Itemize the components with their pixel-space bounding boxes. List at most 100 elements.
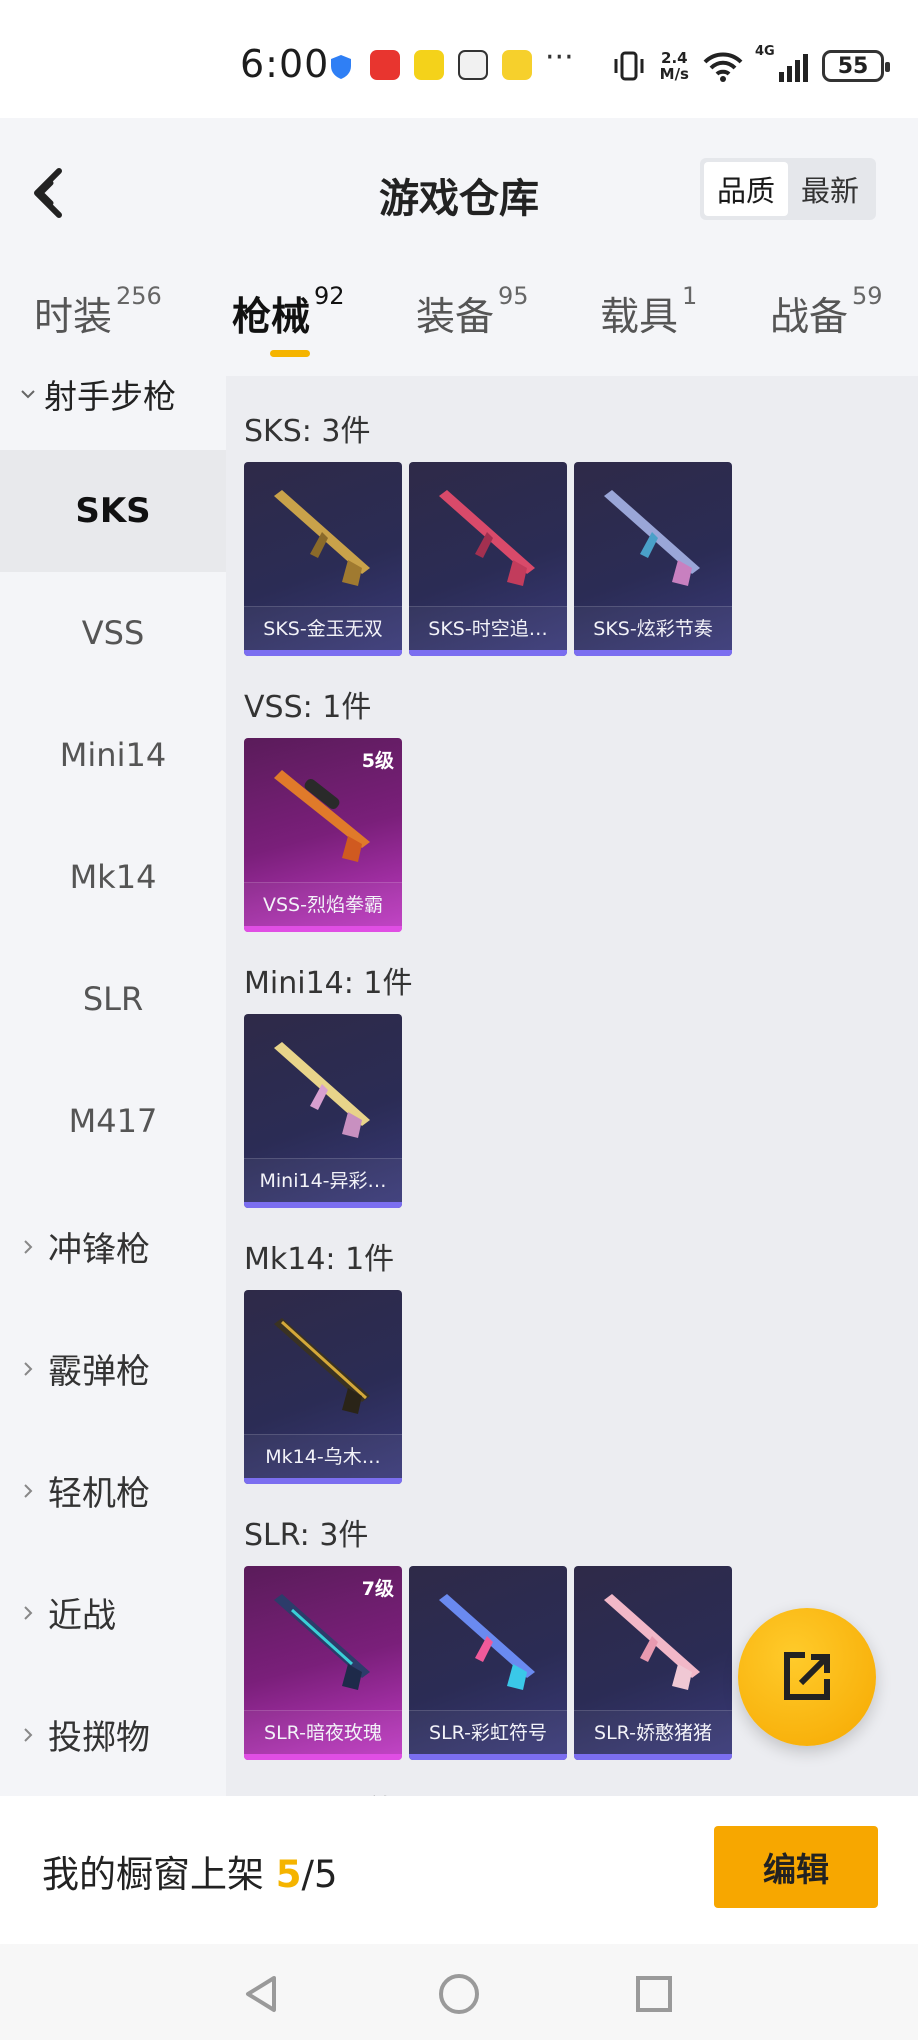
sidebar-category-label: 轻机枪 <box>48 1474 150 1514</box>
showcase-count: 5 <box>275 1853 302 1896</box>
security-shield-icon <box>331 55 351 79</box>
sidebar-category-shotgun[interactable]: 霰弹枪 <box>20 1344 150 1393</box>
rifle-skin-colorful-icon <box>604 490 700 586</box>
panda-app-icon <box>458 50 488 80</box>
status-bar: 6:00 ··· 2.4 M/s 4G 55 <box>0 0 918 118</box>
cellular-signal: 4G <box>755 44 808 82</box>
rarity-bar <box>244 650 402 656</box>
sidebar-category-throwables[interactable]: 投掷物 <box>20 1710 150 1759</box>
sidebar-item-mini14[interactable]: Mini14 <box>0 694 226 816</box>
weapon-card[interactable]: Mini14-异彩… <box>244 1014 402 1208</box>
tab-label: 时装 <box>34 295 113 340</box>
tab-equipment[interactable]: 装备 95 <box>416 282 529 342</box>
rifle-skin-gold-icon <box>274 490 370 586</box>
rifle-skin-pink-pig-icon <box>604 1594 700 1690</box>
weapon-card[interactable]: 5级 VSS-烈焰拳霸 <box>244 738 402 932</box>
signal-bar-icon <box>803 54 808 82</box>
rarity-bar <box>244 1202 402 1208</box>
active-tab-indicator <box>270 350 310 357</box>
nav-back-icon <box>246 1976 276 2012</box>
share-external-icon <box>784 1652 830 1700</box>
sidebar-category-label: 霰弹枪 <box>48 1352 150 1392</box>
section-title-mini14: Mini14: 1件 <box>244 966 413 1001</box>
network-speed: 2.4 M/s <box>660 50 689 82</box>
sidebar-group-label: 射手步枪 <box>44 377 176 416</box>
sidebar-category-melee[interactable]: 近战 <box>20 1588 116 1637</box>
weapon-card[interactable]: SKS-时空追… <box>409 462 567 656</box>
weapon-card[interactable]: SKS-金玉无双 <box>244 462 402 656</box>
rifle-skin-pastel-icon <box>274 1042 370 1138</box>
signal-bar-icon <box>779 72 784 82</box>
shopping-app-icon <box>370 50 400 80</box>
game-app-icon <box>414 50 444 80</box>
rarity-bar <box>409 650 567 656</box>
weapon-card[interactable]: SLR-彩虹符号 <box>409 1566 567 1760</box>
chevron-right-icon <box>24 1239 33 1254</box>
tab-fashion[interactable]: 时装 256 <box>34 282 162 342</box>
rifle-skin-red-icon <box>439 490 535 586</box>
nav-back-button[interactable] <box>232 1964 292 2024</box>
edit-button[interactable]: 编辑 <box>714 1826 878 1908</box>
system-navigation-bar <box>0 1944 918 2040</box>
rarity-bar <box>574 650 732 656</box>
battery-indicator: 55 <box>822 50 890 82</box>
section-title-slr: SLR: 3件 <box>244 1518 369 1553</box>
sidebar-category-smg[interactable]: 冲锋枪 <box>20 1222 150 1271</box>
tab-count: 1 <box>682 282 698 310</box>
weapon-card-name: SLR-彩虹符号 <box>409 1710 567 1754</box>
network-speed-value: 2.4 <box>661 49 688 67</box>
signal-bar-icon <box>787 66 792 82</box>
sort-by-quality-button[interactable]: 品质 <box>704 162 788 216</box>
section-title-vss: VSS: 1件 <box>244 690 372 725</box>
tab-firearms[interactable]: 枪械 92 <box>232 282 345 342</box>
tab-label: 装备 <box>416 295 495 340</box>
weapon-card[interactable]: SKS-炫彩节奏 <box>574 462 732 656</box>
rifle-skin-flame-icon <box>274 770 370 862</box>
sidebar-category-label: 冲锋枪 <box>48 1230 150 1270</box>
showcase-status: 我的橱窗上架 5/5 <box>42 1844 338 1898</box>
nav-home-button[interactable] <box>429 1964 489 2024</box>
sidebar-category-label: 近战 <box>48 1596 116 1636</box>
chevron-right-icon <box>24 1605 33 1620</box>
rarity-bar <box>244 1754 402 1760</box>
share-floating-button[interactable] <box>738 1608 876 1746</box>
sidebar-group-marksman-rifles[interactable]: 射手步枪 <box>20 376 176 418</box>
weapon-card[interactable]: SLR-娇憨猪猪 <box>574 1566 732 1760</box>
tab-vehicles[interactable]: 载具 1 <box>600 282 697 342</box>
tab-count: 92 <box>314 282 345 310</box>
signal-bar-icon <box>795 60 800 82</box>
weapon-card-name: SLR-娇憨猪猪 <box>574 1710 732 1754</box>
sidebar-item-mk14[interactable]: Mk14 <box>0 816 226 938</box>
sidebar-item-sks[interactable]: SKS <box>0 450 226 572</box>
rarity-bar <box>244 926 402 932</box>
weapon-sidebar: 射手步枪 SKS VSS Mini14 Mk14 SLR M417 冲锋枪 霰弹… <box>0 376 226 1796</box>
showcase-label: 我的橱窗上架 <box>42 1853 264 1896</box>
nav-recents-icon <box>636 1976 672 2012</box>
weapon-card[interactable]: Mk14-乌木… <box>244 1290 402 1484</box>
status-time: 6:00 <box>240 42 330 86</box>
nav-home-icon <box>439 1974 479 2014</box>
sort-by-newest-button[interactable]: 最新 <box>788 162 872 216</box>
sidebar-item-vss[interactable]: VSS <box>0 572 226 694</box>
sidebar-category-label: 投掷物 <box>48 1718 150 1758</box>
chevron-down-icon <box>21 390 35 399</box>
tab-label: 载具 <box>600 295 679 340</box>
sidebar-item-slr[interactable]: SLR <box>0 938 226 1060</box>
showcase-bar: 我的橱窗上架 5/5 编辑 <box>0 1796 918 1944</box>
weapon-card-name: VSS-烈焰拳霸 <box>244 882 402 926</box>
weapon-card-name: SKS-炫彩节奏 <box>574 606 732 650</box>
weapon-card[interactable]: 7级 SLR-暗夜玫瑰 <box>244 1566 402 1760</box>
chevron-right-icon <box>24 1727 33 1742</box>
nav-recents-button[interactable] <box>624 1964 684 2024</box>
sidebar-category-lmg[interactable]: 轻机枪 <box>20 1466 150 1515</box>
vibrate-icon <box>614 51 644 81</box>
tab-combat-supplies[interactable]: 战备 59 <box>770 282 883 342</box>
weapon-card-name: Mk14-乌木… <box>244 1434 402 1478</box>
showcase-total: /5 <box>301 1853 338 1896</box>
sidebar-item-m417[interactable]: M417 <box>0 1060 226 1182</box>
wifi-icon <box>703 52 743 82</box>
network-type-label: 4G <box>755 44 775 59</box>
section-title-m417: M417: 1件 <box>244 1786 396 1796</box>
rifle-skin-night-rose-icon <box>274 1594 370 1690</box>
rarity-bar <box>244 1478 402 1484</box>
